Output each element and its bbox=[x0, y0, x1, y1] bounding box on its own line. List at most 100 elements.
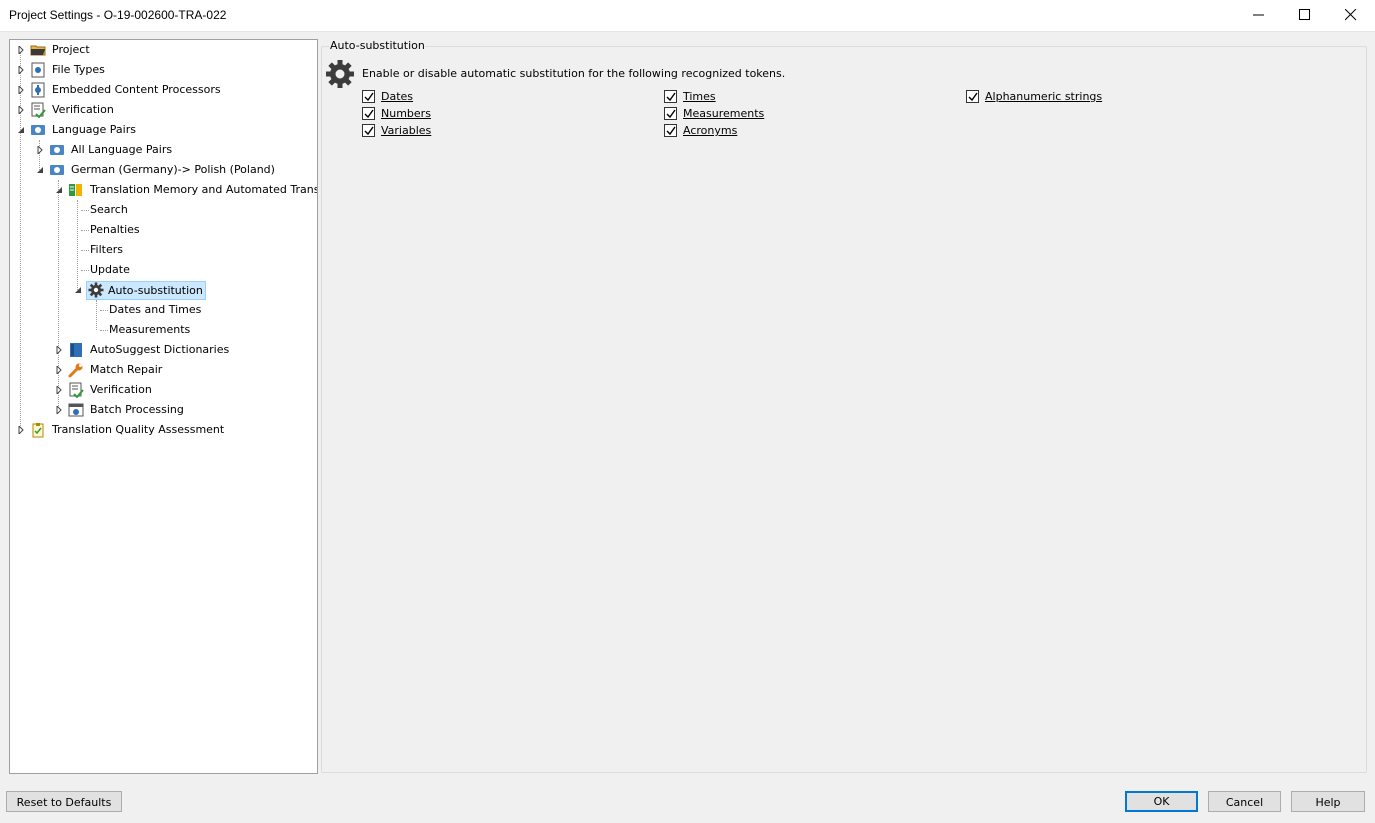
tree-item-german-polish[interactable]: German (Germany)-> Polish (Poland) bbox=[10, 160, 310, 180]
checkbox-label: Variables bbox=[381, 124, 432, 137]
checkbox-label: Times bbox=[683, 90, 716, 103]
tree-item-label: Filters bbox=[90, 243, 123, 256]
tree-item-translation-quality-assessment[interactable]: Translation Quality Assessment bbox=[10, 420, 310, 440]
tree-item-translation-memory[interactable]: Translation Memory and Automated Transla… bbox=[10, 180, 317, 200]
chevron-right-icon[interactable] bbox=[17, 426, 25, 434]
checkbox-box[interactable] bbox=[362, 124, 375, 137]
tree-item-match-repair[interactable]: Match Repair bbox=[10, 360, 310, 380]
tree-item-label: Verification bbox=[90, 383, 152, 396]
tree-item-filters[interactable]: Filters bbox=[10, 240, 310, 260]
tree-item-label: German (Germany)-> Polish (Poland) bbox=[71, 163, 275, 176]
tree-item-label: Penalties bbox=[90, 223, 140, 236]
chevron-right-icon[interactable] bbox=[55, 386, 63, 394]
tree-item-label: Translation Memory and Automated Transla… bbox=[90, 183, 318, 196]
cancel-button[interactable]: Cancel bbox=[1208, 791, 1281, 812]
minimize-icon bbox=[1253, 14, 1264, 16]
checkbox-box[interactable] bbox=[664, 124, 677, 137]
tree-item-label: All Language Pairs bbox=[71, 143, 173, 156]
translation-memory-icon bbox=[69, 184, 82, 196]
checkbox-label: Numbers bbox=[381, 107, 431, 120]
chevron-down-icon[interactable] bbox=[55, 186, 63, 194]
settings-group-box bbox=[321, 46, 1367, 773]
verification-icon bbox=[69, 382, 84, 398]
tree-item-label: Search bbox=[90, 203, 128, 216]
batch-processing-icon bbox=[68, 403, 84, 417]
tree-item-search[interactable]: Search bbox=[10, 200, 310, 220]
tree-item-label: Batch Processing bbox=[90, 403, 184, 416]
checkbox-label: Measurements bbox=[683, 107, 765, 120]
checkmark-icon bbox=[666, 126, 676, 136]
chevron-down-icon[interactable] bbox=[36, 166, 44, 174]
gear-icon bbox=[326, 60, 354, 88]
checkmark-icon bbox=[968, 92, 978, 102]
project-folder-icon bbox=[30, 45, 46, 56]
tree-item-batch-processing[interactable]: Batch Processing bbox=[10, 400, 310, 420]
settings-tree[interactable]: Project File Types Embedded Content Proc… bbox=[9, 39, 318, 774]
checkbox-box[interactable] bbox=[362, 90, 375, 103]
checkbox-box[interactable] bbox=[966, 90, 979, 103]
checkbox-label: Acronyms bbox=[683, 124, 738, 137]
tree-item-project[interactable]: Project bbox=[10, 40, 310, 60]
tree-item-label: File Types bbox=[52, 63, 105, 76]
tree-item-autosuggest-dictionaries[interactable]: AutoSuggest Dictionaries bbox=[10, 340, 310, 360]
chevron-right-icon[interactable] bbox=[55, 346, 63, 354]
tree-item-label: Translation Quality Assessment bbox=[52, 423, 225, 436]
tree-item-label: Match Repair bbox=[90, 363, 163, 376]
chevron-right-icon[interactable] bbox=[36, 146, 44, 154]
chevron-down-icon[interactable] bbox=[74, 286, 82, 294]
maximize-button[interactable] bbox=[1282, 0, 1328, 31]
tree-item-label: Measurements bbox=[109, 323, 191, 336]
chevron-right-icon[interactable] bbox=[17, 46, 25, 54]
tree-item-embedded-content-processors[interactable]: Embedded Content Processors bbox=[10, 80, 310, 100]
tree-item-label: Update bbox=[90, 263, 130, 276]
tree-item-label: AutoSuggest Dictionaries bbox=[90, 343, 230, 356]
chevron-right-icon[interactable] bbox=[55, 366, 63, 374]
checkbox-box[interactable] bbox=[664, 107, 677, 120]
tree-item-verification-sub[interactable]: Verification bbox=[10, 380, 310, 400]
verification-icon bbox=[31, 102, 46, 118]
tree-item-penalties[interactable]: Penalties bbox=[10, 220, 310, 240]
panel-description: Enable or disable automatic substitution… bbox=[362, 67, 786, 80]
tree-item-dates-and-times[interactable]: Dates and Times bbox=[10, 300, 310, 320]
language-pairs-icon bbox=[50, 145, 64, 155]
tree-item-all-language-pairs[interactable]: All Language Pairs bbox=[10, 140, 310, 160]
chevron-right-icon[interactable] bbox=[55, 406, 63, 414]
checkmark-icon bbox=[666, 109, 676, 119]
chevron-right-icon[interactable] bbox=[17, 66, 25, 74]
tree-item-label: Project bbox=[52, 43, 90, 56]
chevron-right-icon[interactable] bbox=[17, 86, 25, 94]
embedded-content-icon bbox=[31, 82, 45, 98]
title-bar: Project Settings - O-19-002600-TRA-022 bbox=[0, 0, 1375, 32]
tree-item-label: Dates and Times bbox=[109, 303, 202, 316]
gear-icon bbox=[88, 282, 104, 298]
tree-item-language-pairs[interactable]: Language Pairs bbox=[10, 120, 310, 140]
checkmark-icon bbox=[666, 92, 676, 102]
tree-item-measurements[interactable]: Measurements bbox=[10, 320, 310, 340]
wrench-icon bbox=[68, 363, 83, 378]
checkbox-box[interactable] bbox=[362, 107, 375, 120]
window-title: Project Settings - O-19-002600-TRA-022 bbox=[9, 8, 227, 22]
panel-title: Auto-substitution bbox=[330, 39, 425, 52]
tree-item-update[interactable]: Update bbox=[10, 260, 310, 280]
minimize-button[interactable] bbox=[1236, 0, 1282, 31]
chevron-right-icon[interactable] bbox=[17, 106, 25, 114]
tree-item-label: Embedded Content Processors bbox=[52, 83, 221, 96]
autosuggest-dictionary-icon bbox=[70, 343, 82, 357]
reset-to-defaults-button[interactable]: Reset to Defaults bbox=[6, 791, 122, 812]
maximize-icon bbox=[1299, 9, 1310, 20]
tree-item-verification[interactable]: Verification bbox=[10, 100, 310, 120]
tree-item-file-types[interactable]: File Types bbox=[10, 60, 310, 80]
close-icon bbox=[1345, 9, 1357, 21]
checkbox-box[interactable] bbox=[664, 90, 677, 103]
checkmark-icon bbox=[364, 92, 374, 102]
ok-button[interactable]: OK bbox=[1125, 791, 1198, 812]
checkmark-icon bbox=[364, 126, 374, 136]
tree-item-auto-substitution[interactable]: Auto-substitution bbox=[10, 280, 310, 300]
checkmark-icon bbox=[364, 109, 374, 119]
chevron-down-icon[interactable] bbox=[17, 126, 25, 134]
language-pairs-icon bbox=[31, 125, 45, 135]
tree-item-label: Verification bbox=[52, 103, 114, 116]
close-button[interactable] bbox=[1328, 0, 1374, 31]
help-button[interactable]: Help bbox=[1291, 791, 1365, 812]
quality-assessment-icon bbox=[32, 423, 44, 438]
